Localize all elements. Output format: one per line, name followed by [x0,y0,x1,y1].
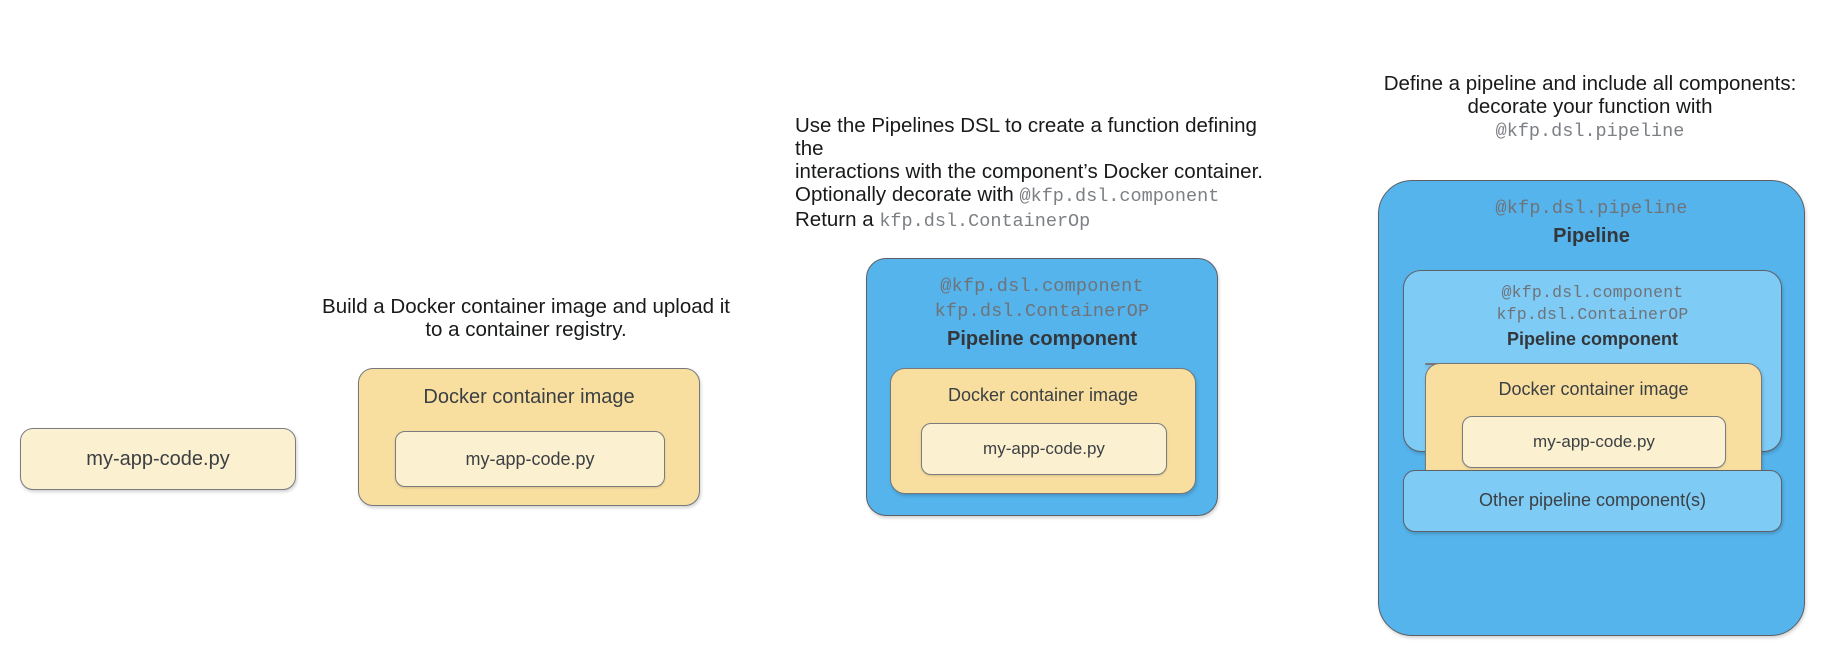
nested-component-type: kfp.dsl.ContainerOP [1496,305,1689,324]
pipeline-title: Pipeline [1553,225,1630,247]
caption-pipeline-line3-mono: @kfp.dsl.pipeline [1495,121,1685,142]
caption-pipeline-line1: Define a pipeline and include all compon… [1383,72,1797,95]
caption-pipeline-line2: decorate your function with [1467,95,1713,118]
nested-docker-image-code-label: my-app-code.py [1533,432,1655,451]
box-other-pipeline-components[interactable]: Other pipeline component(s) [1403,470,1782,532]
box-nested-docker-image-outer[interactable]: Docker container image my-app-code.py [1425,363,1762,485]
caption-pipeline: Define a pipeline and include all compon… [1368,72,1812,143]
box-pipeline[interactable]: @kfp.dsl.pipeline Pipeline @kfp.dsl.comp… [1378,180,1805,636]
other-pipeline-components-label: Other pipeline component(s) [1478,490,1707,510]
nested-component-title: Pipeline component [1506,329,1679,349]
nested-docker-image-title: Docker container image [1498,379,1689,399]
stage-pipeline: Define a pipeline and include all compon… [0,0,1832,652]
pipeline-decorator: @kfp.dsl.pipeline [1495,198,1688,219]
diagram-canvas: my-app-code.py Build a Docker container … [0,0,1832,652]
box-nested-docker-image-code[interactable]: my-app-code.py [1462,416,1726,468]
box-pipeline-nested-component[interactable]: @kfp.dsl.component kfp.dsl.ContainerOP P… [1403,270,1782,485]
nested-component-decorator: @kfp.dsl.component [1501,283,1684,302]
